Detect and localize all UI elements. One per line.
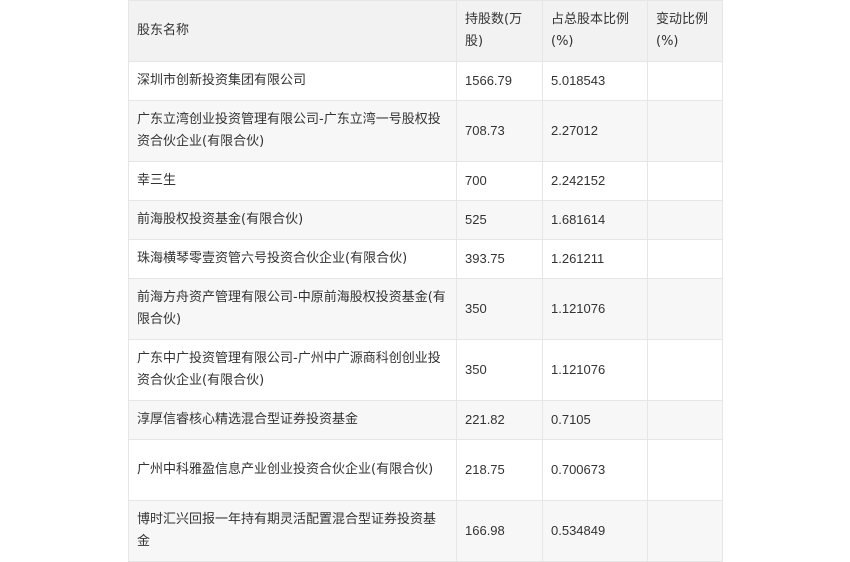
ratio-cell: 1.121076 bbox=[542, 278, 648, 340]
shareholder-name-cell: 深圳市创新投资集团有限公司 bbox=[128, 61, 457, 101]
ratio-cell: 2.242152 bbox=[542, 161, 648, 201]
ratio-cell: 0.700673 bbox=[542, 439, 648, 501]
table-row: 前海股权投资基金(有限合伙) 525 1.681614 bbox=[128, 200, 723, 240]
shareholder-table-container: 股东名称 持股数(万股) 占总股本比例(%) 变动比例(%) 深圳市创新投资集团… bbox=[128, 0, 723, 562]
shareholder-name-cell: 前海方舟资产管理有限公司-中原前海股权投资基金(有限合伙) bbox=[128, 278, 457, 340]
shareholder-name-cell: 幸三生 bbox=[128, 161, 457, 201]
change-cell bbox=[647, 500, 723, 562]
table-row: 淳厚信睿核心精选混合型证券投资基金 221.82 0.7105 bbox=[128, 400, 723, 440]
shareholder-name-cell: 珠海横琴零壹资管六号投资合伙企业(有限合伙) bbox=[128, 239, 457, 279]
change-cell bbox=[647, 339, 723, 401]
change-cell bbox=[647, 400, 723, 440]
shares-cell: 221.82 bbox=[456, 400, 543, 440]
change-cell bbox=[647, 100, 723, 162]
ratio-cell: 2.27012 bbox=[542, 100, 648, 162]
table-header-row: 股东名称 持股数(万股) 占总股本比例(%) 变动比例(%) bbox=[128, 0, 723, 62]
change-cell bbox=[647, 200, 723, 240]
change-cell bbox=[647, 239, 723, 279]
shareholder-name-cell: 广州中科雅盈信息产业创业投资合伙企业(有限合伙) bbox=[128, 439, 457, 501]
table-row: 博时汇兴回报一年持有期灵活配置混合型证券投资基金 166.98 0.534849 bbox=[128, 500, 723, 562]
shares-cell: 1566.79 bbox=[456, 61, 543, 101]
shares-cell: 708.73 bbox=[456, 100, 543, 162]
shares-cell: 218.75 bbox=[456, 439, 543, 501]
change-cell bbox=[647, 161, 723, 201]
header-change: 变动比例(%) bbox=[647, 0, 723, 62]
change-cell bbox=[647, 439, 723, 501]
ratio-cell: 0.7105 bbox=[542, 400, 648, 440]
ratio-cell: 5.018543 bbox=[542, 61, 648, 101]
shareholder-name-cell: 博时汇兴回报一年持有期灵活配置混合型证券投资基金 bbox=[128, 500, 457, 562]
ratio-cell: 0.534849 bbox=[542, 500, 648, 562]
table-row: 幸三生 700 2.242152 bbox=[128, 161, 723, 201]
shares-cell: 166.98 bbox=[456, 500, 543, 562]
shares-cell: 525 bbox=[456, 200, 543, 240]
header-shares: 持股数(万股) bbox=[456, 0, 543, 62]
shares-cell: 393.75 bbox=[456, 239, 543, 279]
shareholder-name-cell: 广东中广投资管理有限公司-广州中广源商科创创业投资合伙企业(有限合伙) bbox=[128, 339, 457, 401]
change-cell bbox=[647, 278, 723, 340]
ratio-cell: 1.261211 bbox=[542, 239, 648, 279]
shares-cell: 350 bbox=[456, 278, 543, 340]
shareholder-name-cell: 广东立湾创业投资管理有限公司-广东立湾一号股权投资合伙企业(有限合伙) bbox=[128, 100, 457, 162]
shareholder-name-cell: 前海股权投资基金(有限合伙) bbox=[128, 200, 457, 240]
ratio-cell: 1.121076 bbox=[542, 339, 648, 401]
change-cell bbox=[647, 61, 723, 101]
table-row: 广东中广投资管理有限公司-广州中广源商科创创业投资合伙企业(有限合伙) 350 … bbox=[128, 339, 723, 401]
table-row: 广州中科雅盈信息产业创业投资合伙企业(有限合伙) 218.75 0.700673 bbox=[128, 439, 723, 501]
shareholder-table: 股东名称 持股数(万股) 占总股本比例(%) 变动比例(%) 深圳市创新投资集团… bbox=[128, 0, 723, 562]
shareholder-name-cell: 淳厚信睿核心精选混合型证券投资基金 bbox=[128, 400, 457, 440]
ratio-cell: 1.681614 bbox=[542, 200, 648, 240]
table-row: 深圳市创新投资集团有限公司 1566.79 5.018543 bbox=[128, 61, 723, 101]
header-shareholder-name: 股东名称 bbox=[128, 0, 457, 62]
header-ratio: 占总股本比例(%) bbox=[542, 0, 648, 62]
shares-cell: 700 bbox=[456, 161, 543, 201]
table-row: 珠海横琴零壹资管六号投资合伙企业(有限合伙) 393.75 1.261211 bbox=[128, 239, 723, 279]
shares-cell: 350 bbox=[456, 339, 543, 401]
table-row: 广东立湾创业投资管理有限公司-广东立湾一号股权投资合伙企业(有限合伙) 708.… bbox=[128, 100, 723, 162]
table-row: 前海方舟资产管理有限公司-中原前海股权投资基金(有限合伙) 350 1.1210… bbox=[128, 278, 723, 340]
